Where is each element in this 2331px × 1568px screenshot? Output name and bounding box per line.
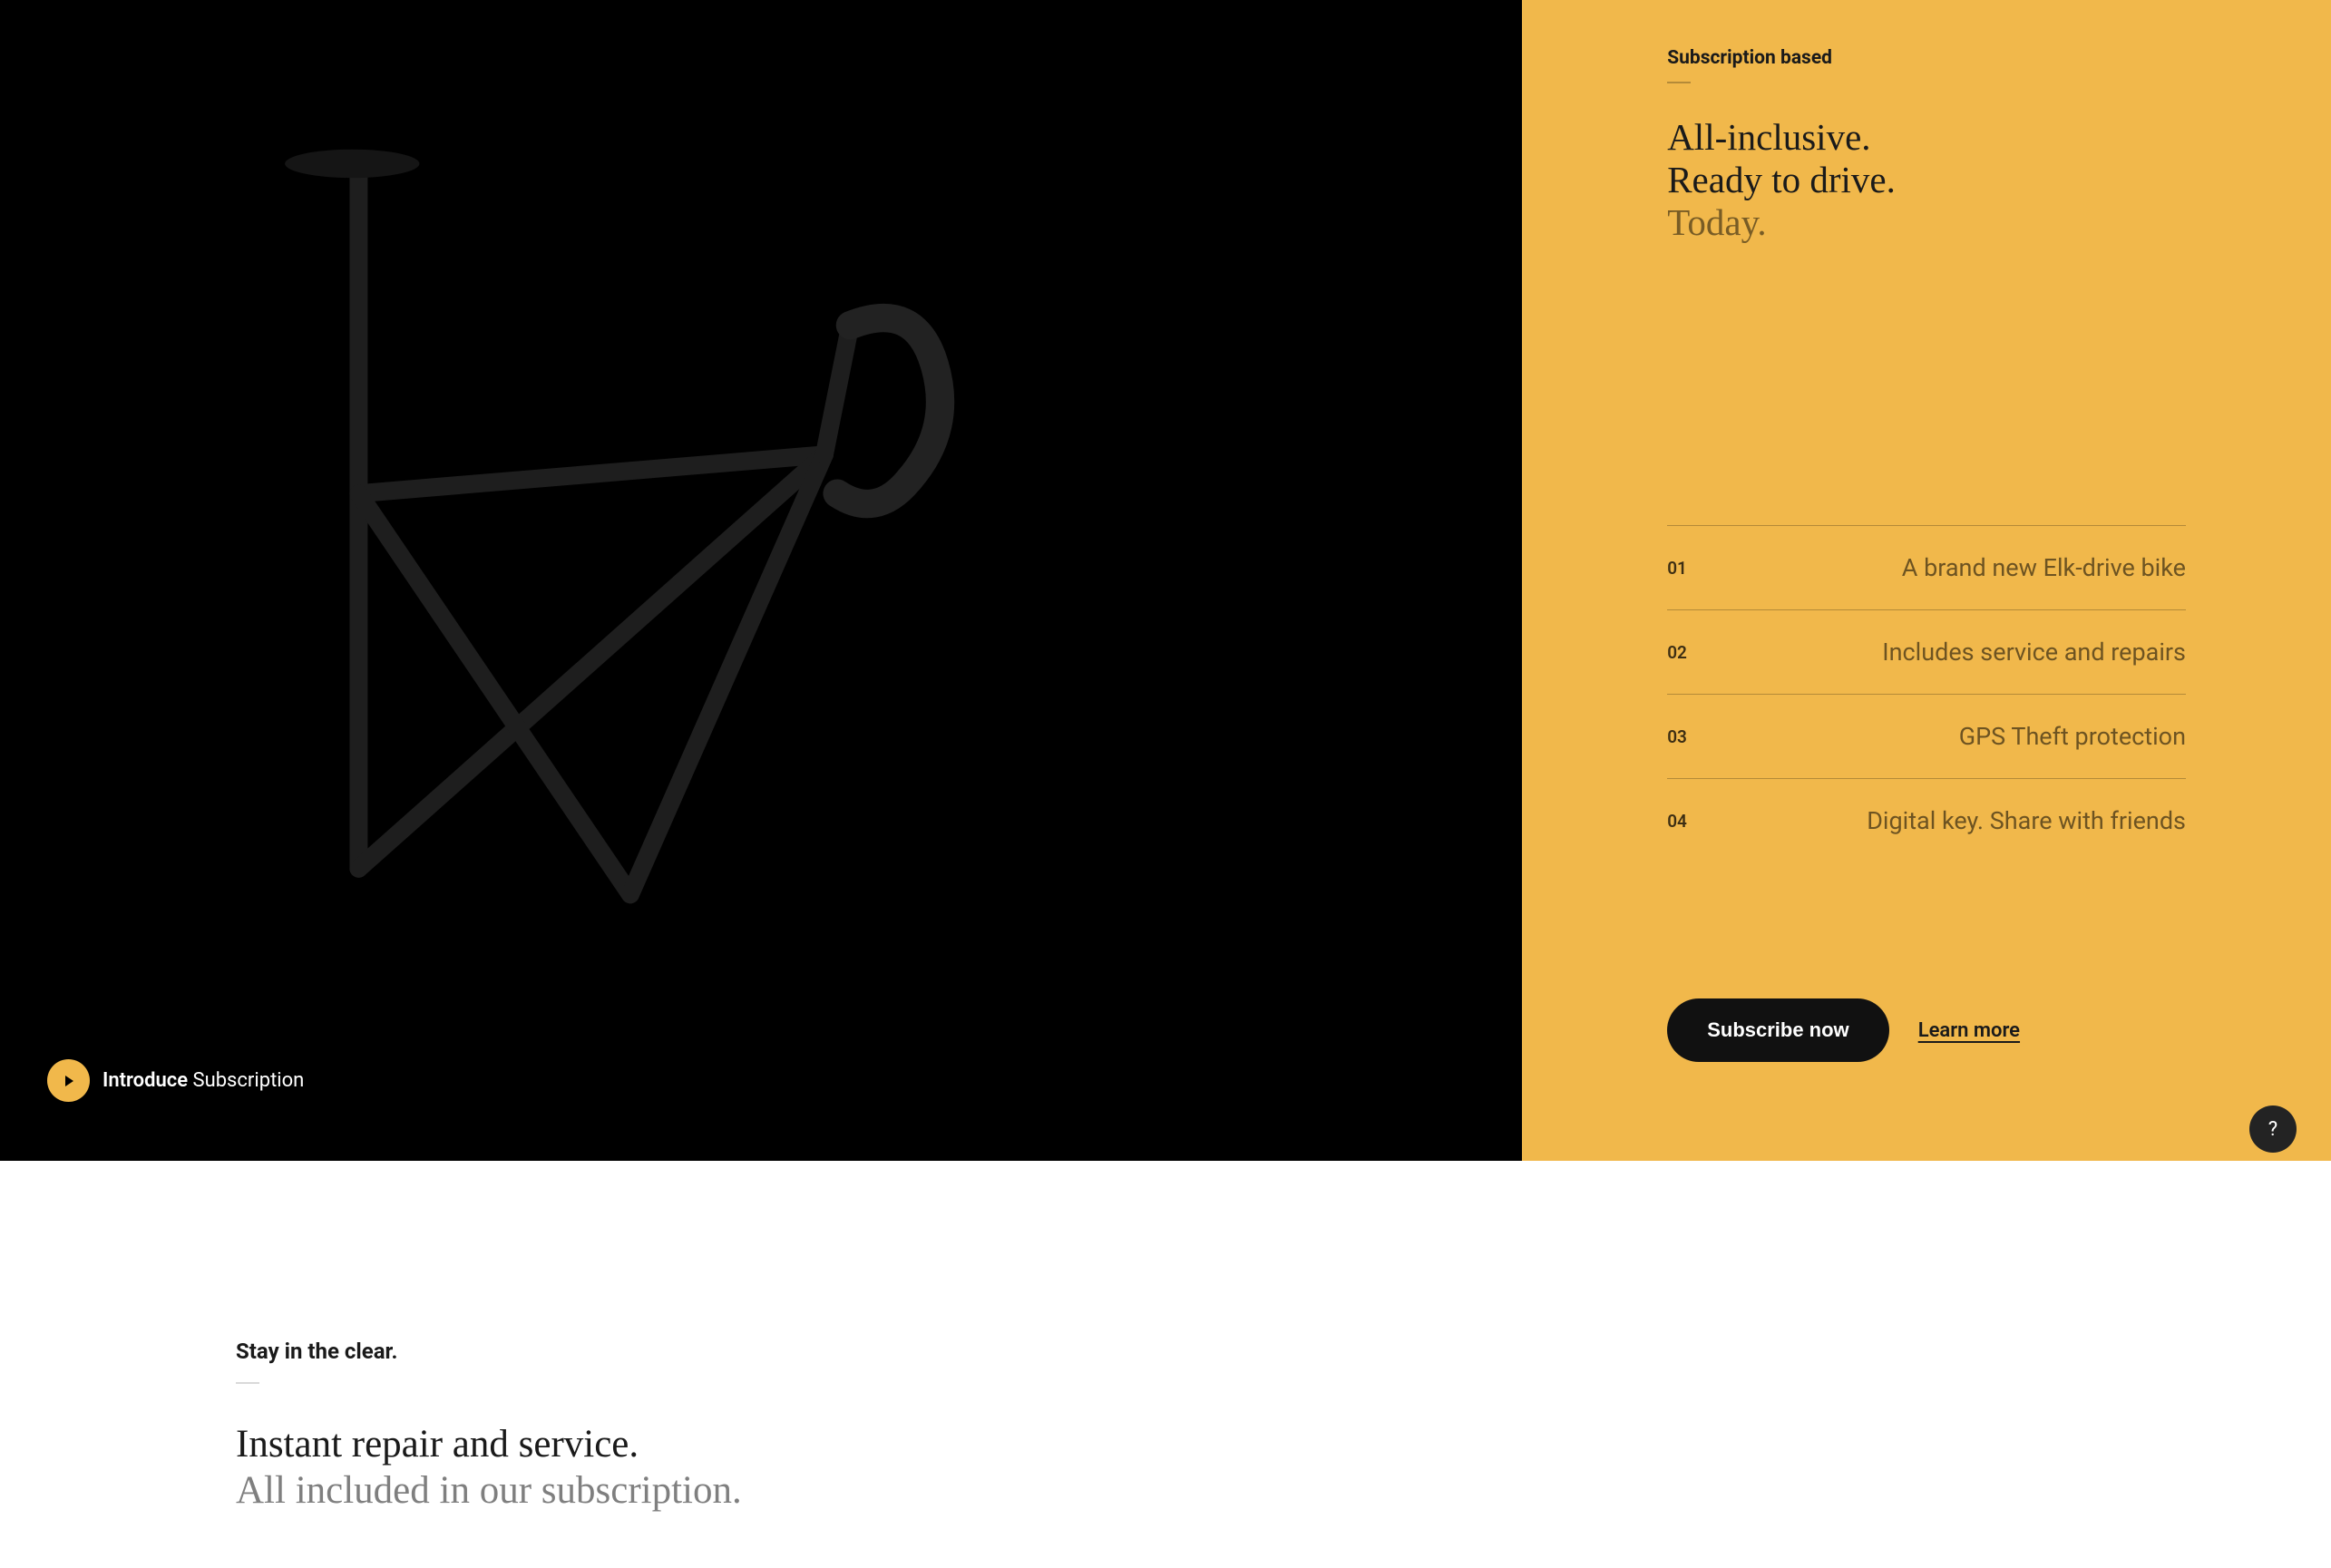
eyebrow-rule <box>1667 82 1691 83</box>
feature-text: Includes service and repairs <box>1882 638 2186 667</box>
section2-headline: Instant repair and service. All included… <box>236 1422 2095 1514</box>
section2-eyebrow: Stay in the clear. <box>236 1339 2095 1364</box>
intro-badge: Introduce Subscription <box>47 1059 304 1102</box>
feature-number: 03 <box>1667 726 1687 747</box>
feature-row: 03 GPS Theft protection <box>1667 694 2186 778</box>
feature-row: 02 Includes service and repairs <box>1667 609 2186 694</box>
feature-number: 04 <box>1667 811 1687 832</box>
section2-rule <box>236 1382 259 1384</box>
feature-row: 04 Digital key. Share with friends <box>1667 778 2186 862</box>
feature-number: 02 <box>1667 642 1687 663</box>
features-list: 01 A brand new Elk-drive bike 02 Include… <box>1667 525 2186 862</box>
headline-line1: All-inclusive. <box>1667 116 2186 159</box>
hero-image-panel: Introduce Subscription <box>0 0 1522 1161</box>
bike-image <box>152 93 1005 998</box>
section-2: Stay in the clear. Instant repair and se… <box>0 1161 2331 1568</box>
play-button[interactable] <box>47 1059 90 1102</box>
intro-rest: Subscription <box>188 1069 304 1092</box>
headline2-line2: All included in our subscription. <box>236 1468 2095 1514</box>
hero-headline: All-inclusive. Ready to drive. Today. <box>1667 116 2186 244</box>
play-icon <box>65 1076 73 1086</box>
subscribe-button[interactable]: Subscribe now <box>1667 998 1888 1062</box>
headline2-line1: Instant repair and service. <box>236 1422 2095 1468</box>
hero-right-panel: Subscription based All-inclusive. Ready … <box>1522 0 2331 1161</box>
feature-number: 01 <box>1667 558 1687 579</box>
feature-text: Digital key. Share with friends <box>1867 806 2186 835</box>
help-button[interactable]: ? <box>2249 1105 2297 1153</box>
hero-eyebrow: Subscription based <box>1667 47 2186 69</box>
feature-text: A brand new Elk-drive bike <box>1902 553 2186 582</box>
feature-text: GPS Theft protection <box>1959 722 2186 751</box>
learn-more-link[interactable]: Learn more <box>1918 1019 2020 1042</box>
feature-row: 01 A brand new Elk-drive bike <box>1667 525 2186 609</box>
intro-text: Introduce Subscription <box>102 1069 304 1092</box>
intro-strong: Introduce <box>102 1069 188 1092</box>
headline-line3: Today. <box>1667 201 2186 244</box>
headline-line2: Ready to drive. <box>1667 159 2186 201</box>
hero-section: Introduce Subscription Subscription base… <box>0 0 2331 1161</box>
cta-row: Subscribe now Learn more <box>1667 998 2186 1062</box>
